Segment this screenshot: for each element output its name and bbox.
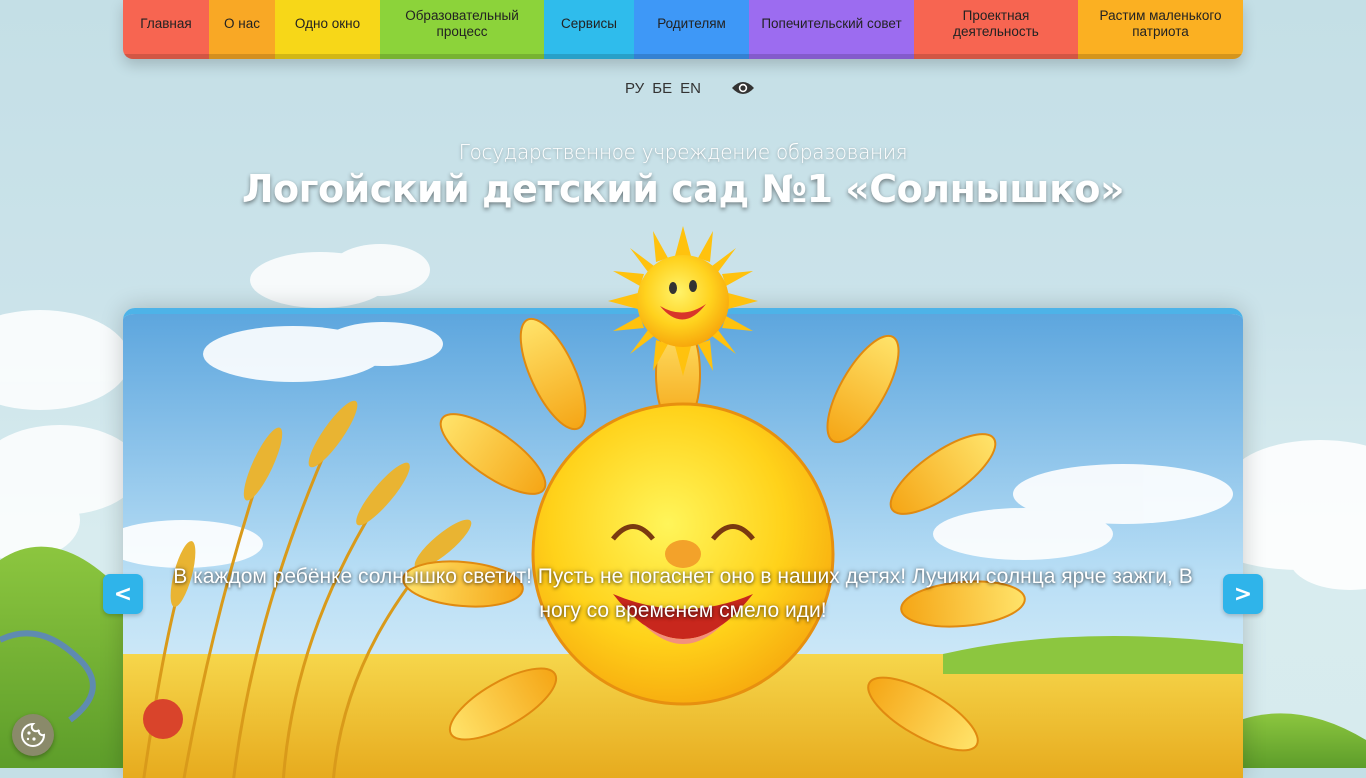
sun-logo-icon[interactable]	[608, 226, 758, 376]
lang-be[interactable]: БЕ	[652, 80, 672, 97]
hero-slider: В каждом ребёнке солнышко светит! Пусть …	[123, 308, 1243, 778]
nav-item-label: Образовательный процесс	[405, 8, 519, 39]
page-subtitle: Государственное учреждение образования	[458, 140, 908, 164]
nav-item-home[interactable]: Главная	[123, 0, 209, 59]
cookie-icon	[21, 722, 46, 747]
slider-prev-button[interactable]: <	[103, 574, 143, 614]
page-title: Логойский детский сад №1 «Солнышко»	[241, 167, 1125, 211]
nav-item-label: Одно окно	[294, 16, 361, 31]
slider-next-button[interactable]: >	[1223, 574, 1263, 614]
slide-image	[123, 314, 1243, 778]
nav-item-label: Попечительский совет	[761, 16, 902, 31]
main-navigation: Главная О нас Одно окно Образовательный …	[123, 0, 1243, 59]
slide-caption: В каждом ребёнке солнышко светит! Пусть …	[173, 565, 1193, 622]
nav-item-label: О нас	[224, 16, 260, 31]
lang-ru[interactable]: РУ	[625, 80, 644, 97]
language-switcher: РУ БЕ EN	[625, 78, 755, 98]
lang-en[interactable]: EN	[680, 80, 701, 97]
nav-item-label: Растим маленького патриота	[1099, 8, 1222, 39]
nav-item-label: Проектная деятельность	[953, 8, 1039, 39]
cookie-settings-button[interactable]	[12, 714, 54, 756]
nav-item-label: Родителям	[657, 16, 726, 31]
nav-item-services[interactable]: Сервисы	[544, 0, 634, 59]
nav-item-patriot[interactable]: Растим маленького патриота	[1078, 0, 1243, 59]
nav-item-projects[interactable]: Проектная деятельность	[914, 0, 1078, 59]
nav-item-one-window[interactable]: Одно окно	[275, 0, 380, 59]
nav-item-education[interactable]: Образовательный процесс	[380, 0, 544, 59]
nav-item-about[interactable]: О нас	[209, 0, 275, 59]
nav-item-label: Главная	[140, 16, 192, 31]
nav-item-parents[interactable]: Родителям	[634, 0, 749, 59]
nav-item-board[interactable]: Попечительский совет	[749, 0, 914, 59]
eye-icon[interactable]	[731, 80, 755, 96]
nav-item-label: Сервисы	[561, 16, 617, 31]
